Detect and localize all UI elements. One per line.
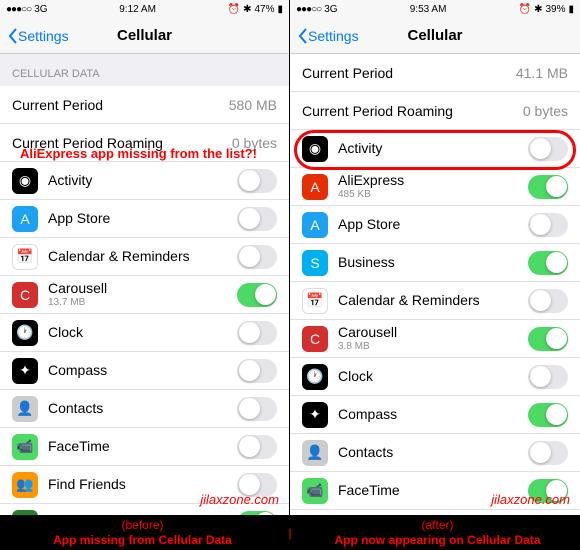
app-row[interactable]: A App Store: [290, 206, 580, 244]
status-bar: ●●●○○3G 9:53 AM ⏰✱39%▮: [290, 0, 580, 18]
app-icon: 📹: [12, 434, 38, 460]
app-name: Calendar & Reminders: [338, 293, 528, 308]
app-name: Clock: [338, 369, 528, 384]
app-icon: 📹: [302, 478, 328, 504]
cellular-toggle[interactable]: [528, 327, 568, 351]
app-name: FaceTime: [48, 439, 237, 454]
watermark: jilaxzone.com: [200, 492, 279, 507]
app-icon: 🕐: [12, 320, 38, 346]
app-data-usage: 13.7 MB: [48, 297, 237, 308]
cellular-toggle[interactable]: [237, 245, 277, 269]
app-icon: 👥: [12, 472, 38, 498]
app-name: Carousell: [338, 325, 528, 340]
app-icon: A: [302, 212, 328, 238]
app-icon: A: [12, 206, 38, 232]
app-name: Compass: [48, 363, 237, 378]
app-name: Compass: [338, 407, 528, 422]
cellular-toggle[interactable]: [237, 321, 277, 345]
app-name: Calendar & Reminders: [48, 249, 237, 264]
roaming-row[interactable]: Current Period Roaming0 bytes: [0, 124, 289, 162]
cellular-toggle[interactable]: [237, 283, 277, 307]
app-row[interactable]: 🕐 Clock: [290, 358, 580, 396]
app-icon: 📅: [12, 244, 38, 270]
app-row[interactable]: 🕐 Clock: [0, 314, 289, 352]
app-row[interactable]: ◉ Activity: [0, 162, 289, 200]
current-period-row[interactable]: Current Period41.1 MB: [290, 54, 580, 92]
cellular-toggle[interactable]: [528, 289, 568, 313]
app-row[interactable]: A App Store: [0, 200, 289, 238]
app-name: Clock: [48, 325, 237, 340]
app-name: Carousell: [48, 281, 237, 296]
app-name: App Store: [338, 217, 528, 232]
cellular-toggle[interactable]: [237, 207, 277, 231]
app-icon: ✦: [302, 402, 328, 428]
app-row[interactable]: 📹 FaceTime: [0, 428, 289, 466]
app-row[interactable]: A AliExpress485 KB: [290, 168, 580, 206]
app-icon: C: [302, 326, 328, 352]
app-row[interactable]: ✦ Compass: [0, 352, 289, 390]
back-button[interactable]: Settings: [8, 28, 69, 44]
app-icon: ◎: [12, 510, 38, 516]
current-period-row[interactable]: Current Period580 MB: [0, 86, 289, 124]
cellular-toggle[interactable]: [528, 251, 568, 275]
app-row[interactable]: 👤 Contacts: [290, 434, 580, 472]
app-icon: 📅: [302, 288, 328, 314]
app-row[interactable]: ✦ Compass: [290, 396, 580, 434]
roaming-row[interactable]: Current Period Roaming0 bytes: [290, 92, 580, 130]
app-icon: 🕐: [302, 364, 328, 390]
app-name: Activity: [338, 141, 528, 156]
app-name: Contacts: [48, 401, 237, 416]
cellular-toggle[interactable]: [528, 365, 568, 389]
cellular-toggle[interactable]: [528, 403, 568, 427]
footer: (before) App missing from Cellular Data …: [0, 515, 580, 550]
app-name: AliExpress: [338, 173, 528, 188]
cellular-toggle[interactable]: [237, 359, 277, 383]
nav-bar: Settings Cellular: [290, 18, 580, 54]
back-button[interactable]: Settings: [298, 28, 359, 44]
app-name: Business: [338, 255, 528, 270]
app-icon: 👤: [302, 440, 328, 466]
app-row[interactable]: 📅 Calendar & Reminders: [0, 238, 289, 276]
app-icon: ◉: [12, 168, 38, 194]
cellular-toggle[interactable]: [528, 175, 568, 199]
app-icon: A: [302, 174, 328, 200]
app-row[interactable]: ◉ Activity: [290, 130, 580, 168]
app-name: Contacts: [338, 445, 528, 460]
app-row[interactable]: S Business: [290, 244, 580, 282]
app-row[interactable]: 📅 Calendar & Reminders: [290, 282, 580, 320]
cellular-toggle[interactable]: [528, 213, 568, 237]
nav-bar: Settings Cellular: [0, 18, 289, 54]
cellular-toggle[interactable]: [237, 397, 277, 421]
status-bar: ●●●○○3G 9:12 AM ⏰✱47%▮: [0, 0, 289, 18]
app-icon: ✦: [12, 358, 38, 384]
cellular-toggle[interactable]: [237, 511, 277, 516]
app-row[interactable]: 👥Find Friends: [290, 510, 580, 515]
app-data-usage: 3.8 MB: [338, 341, 528, 352]
app-row[interactable]: 👤 Contacts: [0, 390, 289, 428]
section-header: CELLULAR DATA: [0, 54, 289, 86]
app-name: Find Friends: [48, 477, 237, 492]
app-row[interactable]: C Carousell3.8 MB: [290, 320, 580, 358]
app-icon: 👤: [12, 396, 38, 422]
cellular-toggle[interactable]: [237, 169, 277, 193]
cellular-toggle[interactable]: [528, 441, 568, 465]
cellular-toggle[interactable]: [237, 435, 277, 459]
app-icon: C: [12, 282, 38, 308]
watermark: jilaxzone.com: [491, 492, 570, 507]
app-icon: ◉: [302, 136, 328, 162]
app-data-usage: 485 KB: [338, 189, 528, 200]
app-name: App Store: [48, 211, 237, 226]
app-row[interactable]: C Carousell13.7 MB: [0, 276, 289, 314]
cellular-toggle[interactable]: [528, 137, 568, 161]
app-icon: S: [302, 250, 328, 276]
app-name: Activity: [48, 173, 237, 188]
